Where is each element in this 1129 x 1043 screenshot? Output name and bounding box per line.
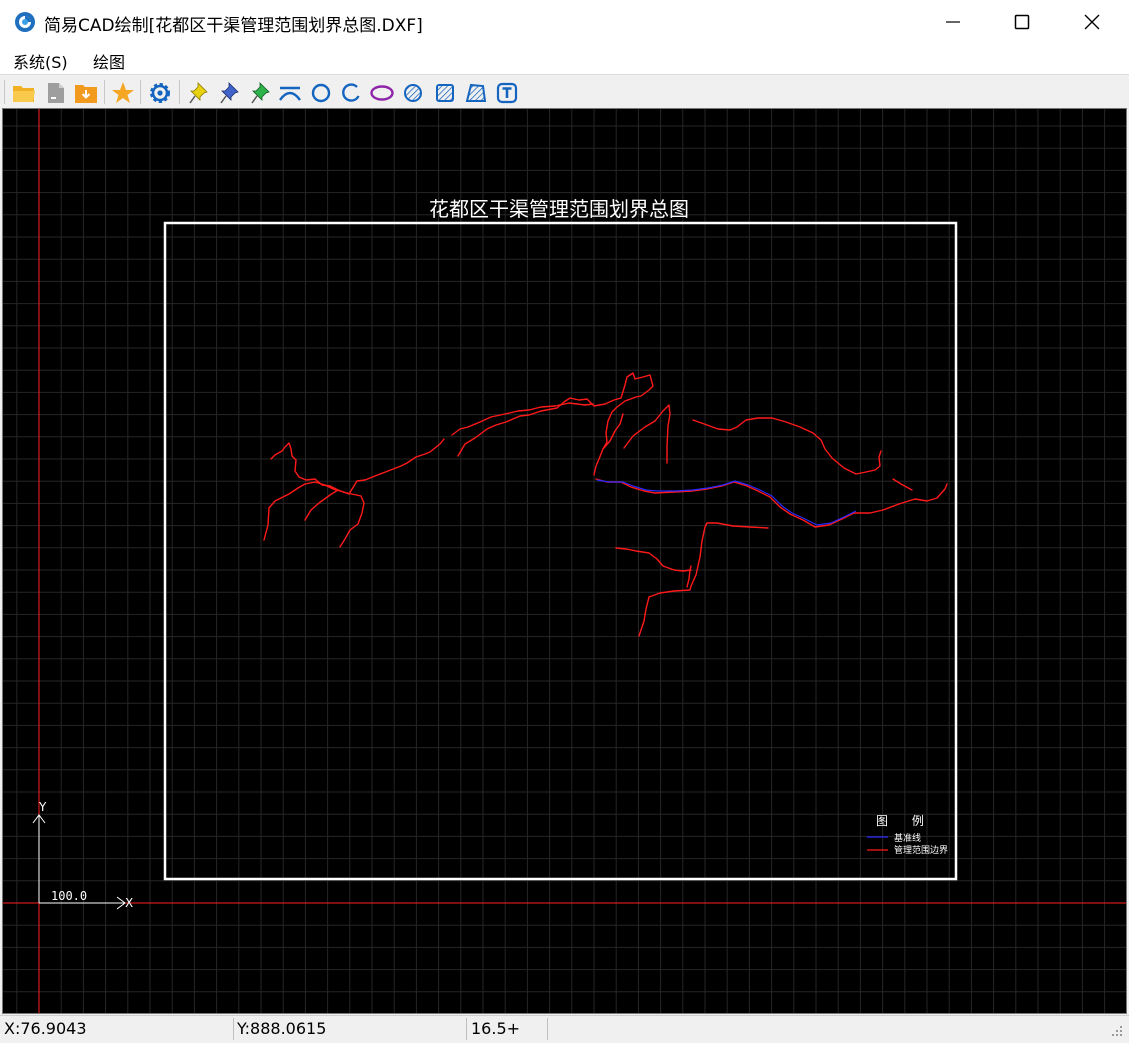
- menu-draw[interactable]: 绘图: [93, 49, 125, 73]
- minimize-button[interactable]: [918, 0, 988, 44]
- open-button[interactable]: [11, 80, 37, 106]
- boundary-segment: [304, 489, 339, 521]
- boundary-segment: [615, 547, 692, 572]
- toolbar: [0, 74, 1129, 108]
- ellipse-icon: [370, 85, 394, 101]
- open-folder-icon: [13, 86, 35, 102]
- menu-system[interactable]: 系统(S): [13, 49, 68, 73]
- x-axis-label: X: [125, 896, 134, 910]
- boundary-segment: [270, 438, 445, 495]
- title-bar: 简易CAD绘制[花都区干渠管理范围划界总图.DXF]: [0, 0, 1129, 44]
- maximize-button[interactable]: [987, 0, 1057, 44]
- settings-gear-icon: [150, 83, 170, 103]
- status-y-coordinate: Y:888.0615: [237, 1019, 327, 1038]
- legend-title: 图 例: [876, 814, 924, 828]
- menu-bar: 系统(S) 绘图: [0, 44, 1129, 74]
- save-button[interactable]: [73, 80, 99, 106]
- pin-yellow-button[interactable]: [187, 80, 213, 106]
- legend-label-boundary: 管理范围边界: [894, 846, 949, 856]
- app-logo-icon: [15, 12, 35, 32]
- new-file-icon: [48, 83, 64, 103]
- status-bar: X:76.9043 Y:888.0615 16.5+: [0, 1015, 1129, 1043]
- boundary-segment: [457, 372, 654, 476]
- text-button[interactable]: [494, 80, 520, 106]
- close-icon: [1084, 14, 1100, 30]
- pin-yellow-icon: [189, 82, 208, 104]
- close-button[interactable]: [1057, 0, 1127, 44]
- new-file-button[interactable]: [43, 80, 69, 106]
- arc-icon: [279, 86, 301, 101]
- boundary-segment: [892, 478, 913, 491]
- drawing-svg: [3, 109, 1126, 1013]
- circle-button[interactable]: [308, 80, 334, 106]
- boundary-segment: [638, 522, 769, 637]
- hatch-square-button[interactable]: [432, 80, 458, 106]
- hatch-circle-button[interactable]: [400, 80, 426, 106]
- boundary-segment: [623, 404, 671, 464]
- toolbar-separator: [140, 80, 141, 104]
- scale-label: 100.0: [51, 889, 88, 903]
- pin-blue-icon: [220, 82, 239, 104]
- text-icon: [496, 82, 518, 104]
- status-divider: [466, 1018, 467, 1040]
- resize-grip-icon[interactable]: [1110, 1024, 1124, 1038]
- partial-arc-icon: [342, 83, 360, 102]
- toolbar-separator: [104, 80, 105, 104]
- baseline-lines: [596, 479, 857, 526]
- toolbar-separator: [4, 80, 5, 104]
- window-title: 简易CAD绘制[花都区干渠管理范围划界总图.DXF]: [44, 16, 423, 36]
- boundary-segment: [692, 417, 882, 475]
- y-axis-label: Y: [39, 800, 47, 814]
- status-x-coordinate: X:76.9043: [4, 1019, 87, 1038]
- ellipse-button[interactable]: [369, 80, 395, 106]
- hatch-polygon-button[interactable]: [463, 80, 489, 106]
- favorite-star-icon: [112, 82, 134, 103]
- circle-icon: [311, 83, 331, 103]
- arc-button[interactable]: [277, 80, 303, 106]
- hatch-circle-icon: [404, 84, 422, 102]
- maximize-icon: [1014, 14, 1030, 30]
- save-icon: [75, 85, 97, 103]
- boundary-lines: [263, 372, 948, 637]
- drawing-canvas[interactable]: 花都区干渠管理范围划界总图 图 例 基准线 管理范围边界 100.0 X Y: [2, 108, 1127, 1014]
- minimize-icon: [946, 21, 960, 23]
- pin-green-button[interactable]: [249, 80, 275, 106]
- partial-arc-button[interactable]: [338, 80, 364, 106]
- status-divider: [547, 1018, 548, 1040]
- status-zoom: 16.5+: [471, 1019, 521, 1038]
- status-divider: [233, 1018, 234, 1040]
- drawing-title: 花都区干渠管理范围划界总图: [429, 197, 689, 221]
- settings-button[interactable]: [147, 80, 173, 106]
- hatch-square-icon: [436, 84, 454, 102]
- toolbar-separator: [179, 80, 180, 104]
- boundary-segment: [263, 481, 365, 548]
- favorite-button[interactable]: [110, 80, 136, 106]
- boundary-segment: [686, 565, 692, 588]
- hatch-polygon-icon: [465, 83, 487, 102]
- pin-green-icon: [251, 82, 270, 104]
- baseline-segment: [596, 479, 857, 526]
- pin-blue-button[interactable]: [218, 80, 244, 106]
